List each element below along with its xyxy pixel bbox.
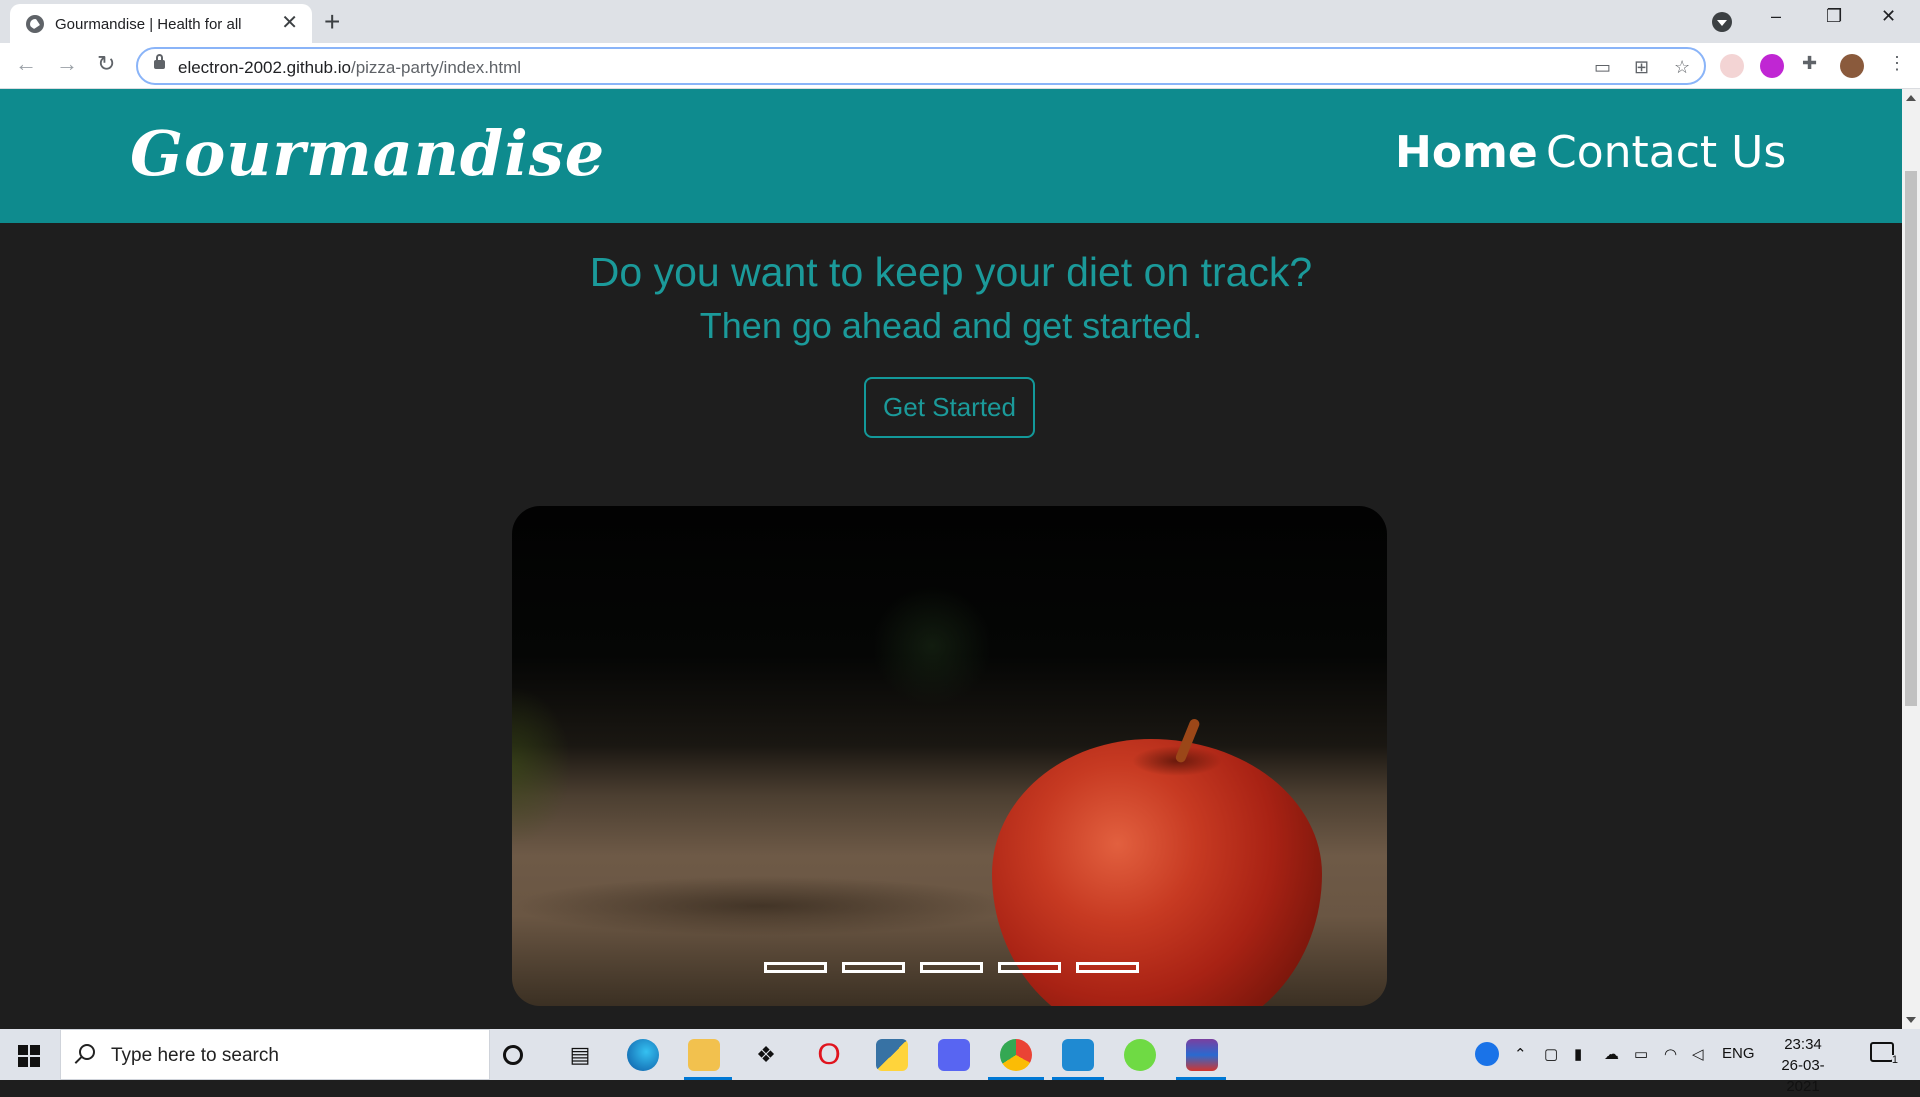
python-icon[interactable]	[876, 1039, 908, 1071]
carousel-indicator[interactable]	[998, 962, 1061, 973]
meet-now-icon[interactable]: ▢	[1544, 1045, 1558, 1063]
address-bar[interactable]: electron-2002.github.io/pizza-party/inde…	[136, 47, 1706, 85]
minimize-button[interactable]: –	[1771, 6, 1781, 27]
taskbar-search-placeholder: Type here to search	[111, 1045, 279, 1066]
winrar-icon[interactable]	[1186, 1039, 1218, 1071]
carousel-indicator[interactable]	[920, 962, 983, 973]
profile-avatar[interactable]	[1840, 54, 1864, 78]
puzzle-extension-icon[interactable]: ✚	[1802, 53, 1817, 74]
nav-contact-link[interactable]: Contact Us	[1546, 127, 1786, 178]
carousel-background-blur	[512, 876, 1012, 936]
menu-kebab-icon[interactable]: ⋮	[1888, 53, 1906, 74]
image-carousel[interactable]	[512, 506, 1387, 1006]
windows-taskbar: Type here to search ▤ ❖ O ⌃ ▢ ▮ ☁ ▭ ◠ ◁ …	[0, 1029, 1920, 1095]
edge-icon[interactable]	[627, 1039, 659, 1071]
new-tab-button[interactable]: +	[324, 6, 340, 38]
vscode-icon[interactable]	[1062, 1039, 1094, 1071]
address-url[interactable]: electron-2002.github.io/pizza-party/inde…	[178, 58, 521, 78]
page-scrollbar[interactable]	[1902, 89, 1920, 1029]
browser-tab-bar: Gourmandise | Health for all ✕ + – ❐ ✕	[0, 0, 1920, 43]
restore-button[interactable]: ❐	[1826, 6, 1842, 27]
dropbox-icon[interactable]: ❖	[750, 1039, 782, 1071]
action-center-icon[interactable]: 1	[1870, 1042, 1898, 1066]
tab-search-icon[interactable]	[1712, 12, 1732, 32]
browser-toolbar: ← → ↻ electron-2002.github.io/pizza-part…	[0, 43, 1920, 89]
back-button[interactable]: ←	[15, 51, 37, 77]
scroll-up-arrow-icon[interactable]	[1906, 95, 1916, 101]
get-started-button[interactable]: Get Started	[864, 377, 1035, 438]
star-icon[interactable]: ☆	[1674, 57, 1690, 78]
battery-icon[interactable]: ▭	[1634, 1045, 1648, 1063]
bug-extension-icon[interactable]	[1720, 54, 1744, 78]
opera-icon[interactable]: O	[813, 1039, 845, 1071]
notification-count: 1	[1891, 1054, 1898, 1066]
lock-icon[interactable]	[154, 54, 165, 69]
carousel-indicators	[764, 962, 1139, 973]
show-hidden-icons-chevron-icon[interactable]: ⌃	[1514, 1045, 1527, 1063]
page-viewport: Gourmandise Home Contact Us Do you want …	[0, 89, 1902, 1029]
purple-extension-icon[interactable]	[1760, 54, 1784, 78]
carousel-background-blur	[512, 686, 572, 846]
hero-subheading: Then go ahead and get started.	[699, 305, 1203, 346]
carousel-background-blur	[872, 586, 992, 706]
scroll-down-arrow-icon[interactable]	[1906, 1017, 1916, 1023]
tab-close-icon[interactable]: ✕	[281, 13, 298, 33]
onedrive-cloud-icon[interactable]: ☁	[1604, 1045, 1619, 1063]
chrome-icon[interactable]	[1000, 1039, 1032, 1071]
cast-icon[interactable]: ▭	[1594, 57, 1611, 78]
site-header: Gourmandise Home Contact Us	[0, 89, 1902, 223]
search-icon	[79, 1044, 95, 1060]
browser-tab[interactable]: Gourmandise | Health for all ✕	[10, 4, 312, 43]
windows-start-icon[interactable]	[18, 1045, 40, 1067]
nav-home-link[interactable]: Home	[1395, 127, 1538, 178]
install-app-icon[interactable]: ⊞	[1634, 57, 1649, 78]
cortana-icon[interactable]	[503, 1045, 523, 1065]
carousel-indicator[interactable]	[1076, 962, 1139, 973]
file-explorer-icon[interactable]	[688, 1039, 720, 1071]
tab-title: Gourmandise | Health for all	[55, 16, 242, 33]
task-view-icon[interactable]: ▤	[564, 1039, 596, 1071]
carousel-indicator[interactable]	[842, 962, 905, 973]
taskbar-clock[interactable]: 23:34 26-03-2021	[1768, 1034, 1838, 1097]
volume-icon[interactable]: ◁	[1692, 1045, 1704, 1063]
reload-button[interactable]: ↻	[97, 51, 115, 77]
clock-date: 26-03-2021	[1781, 1057, 1825, 1095]
brand-logo[interactable]: Gourmandise	[130, 117, 605, 190]
discord-icon[interactable]	[938, 1039, 970, 1071]
help-icon[interactable]	[1475, 1042, 1499, 1066]
wifi-icon[interactable]: ◠	[1664, 1045, 1677, 1063]
forward-button[interactable]: →	[56, 51, 78, 77]
microphone-icon[interactable]: ▮	[1574, 1045, 1582, 1063]
close-window-button[interactable]: ✕	[1881, 6, 1896, 27]
carousel-indicator[interactable]	[764, 962, 827, 973]
globe-favicon-icon	[26, 15, 44, 33]
clock-time: 23:34	[1784, 1036, 1822, 1053]
scrollbar-thumb[interactable]	[1905, 171, 1917, 706]
taskbar-search-box[interactable]: Type here to search	[60, 1029, 490, 1080]
language-indicator[interactable]: ENG	[1722, 1045, 1755, 1062]
upwork-icon[interactable]	[1124, 1039, 1156, 1071]
hero-heading: Do you want to keep your diet on track?	[589, 249, 1313, 295]
